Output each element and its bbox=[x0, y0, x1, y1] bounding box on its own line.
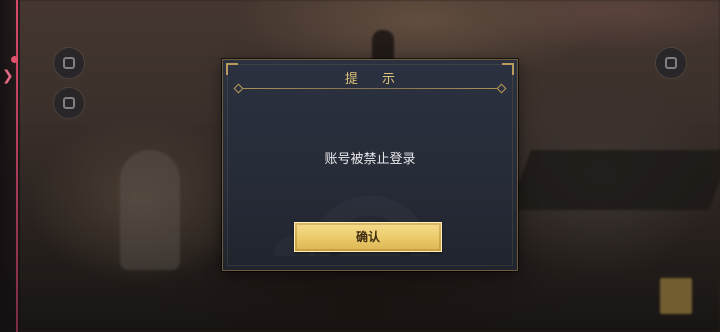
menu-button-top[interactable] bbox=[54, 48, 84, 78]
alert-dialog: 提 示 账号被禁止登录 确认 bbox=[222, 59, 518, 271]
menu-icon bbox=[63, 57, 75, 69]
notification-dot bbox=[11, 56, 18, 63]
dialog-title: 提 示 bbox=[344, 72, 406, 87]
menu-button-right[interactable] bbox=[656, 48, 686, 78]
chevron-right-icon[interactable]: ❯ bbox=[2, 68, 14, 84]
side-accent-line bbox=[16, 0, 18, 332]
menu-button-bottom[interactable] bbox=[54, 88, 84, 118]
menu-icon bbox=[665, 57, 677, 69]
menu-icon bbox=[63, 97, 75, 109]
dialog-message: 账号被禁止登录 bbox=[324, 152, 416, 167]
confirm-button-label: 确认 bbox=[355, 230, 380, 244]
confirm-button[interactable]: 确认 bbox=[294, 222, 442, 252]
title-divider bbox=[233, 83, 507, 94]
